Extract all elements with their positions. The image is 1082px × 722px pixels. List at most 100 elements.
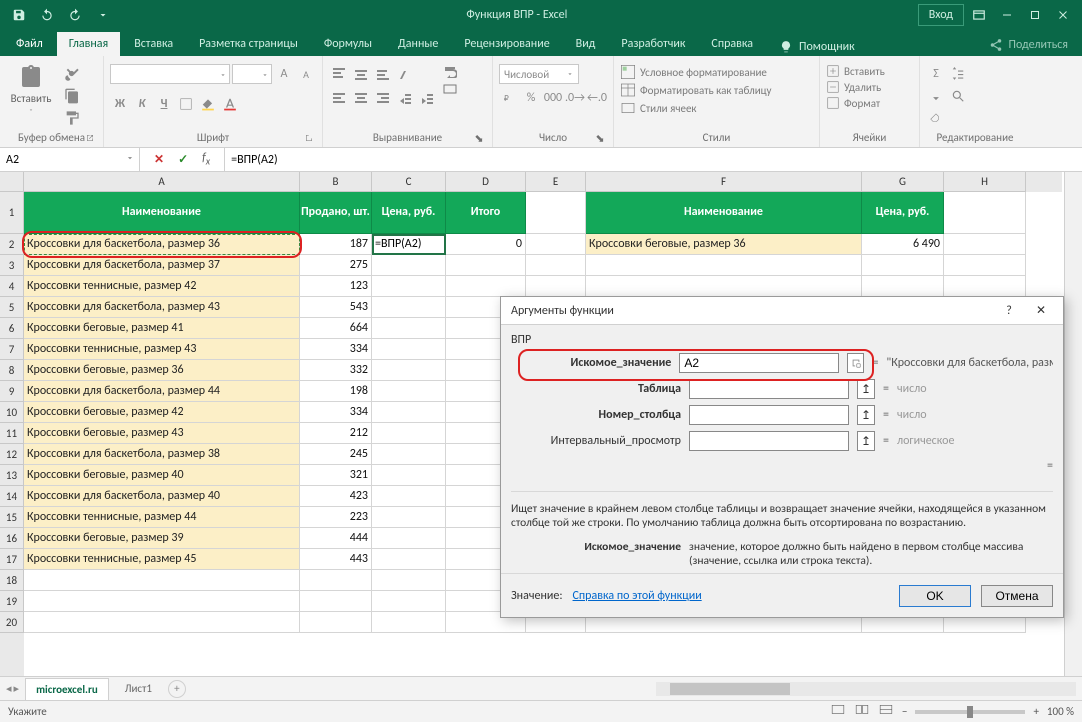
cell[interactable] <box>24 612 300 633</box>
cell-sold[interactable]: 123 <box>300 276 372 297</box>
cell-price[interactable] <box>372 507 446 528</box>
underline-button[interactable]: Ч <box>154 94 174 114</box>
cell[interactable] <box>526 276 586 297</box>
row-8[interactable]: 8 <box>0 360 24 381</box>
row-6[interactable]: 6 <box>0 318 24 339</box>
cell-name[interactable]: Кроссовки для баскетбола, размер 38 <box>24 444 300 465</box>
cell-name[interactable]: Кроссовки беговые, размер 40 <box>24 465 300 486</box>
cell-sold[interactable]: 321 <box>300 465 372 486</box>
cell[interactable] <box>300 570 372 591</box>
arg-input-table[interactable] <box>689 379 849 399</box>
undo-icon[interactable] <box>34 3 60 27</box>
col-F[interactable]: F <box>586 172 862 192</box>
add-sheet-button[interactable]: + <box>168 680 186 698</box>
tab-insert[interactable]: Вставка <box>122 32 185 56</box>
cell-name[interactable]: Кроссовки беговые, размер 42 <box>24 402 300 423</box>
arg-input-col-index[interactable] <box>689 405 849 425</box>
row-19[interactable]: 19 <box>0 591 24 612</box>
cell-name2[interactable] <box>586 276 862 297</box>
cell-name[interactable]: Кроссовки теннисные, размер 43 <box>24 339 300 360</box>
qat-menu-icon[interactable] <box>90 3 116 27</box>
orientation-icon[interactable] <box>395 64 415 84</box>
cell[interactable] <box>944 192 1026 234</box>
dialog-close-icon[interactable]: ✕ <box>1025 299 1057 323</box>
horizontal-scrollbar[interactable] <box>656 682 1076 696</box>
cell[interactable] <box>944 255 1026 276</box>
number-dialog-icon[interactable]: ⬊ <box>593 131 607 145</box>
cell-price[interactable] <box>372 465 446 486</box>
conditional-formatting-button[interactable]: Условное форматирование <box>620 64 772 80</box>
align-middle-icon[interactable] <box>351 64 371 84</box>
hdr-total[interactable]: Итого <box>446 192 526 234</box>
cell-sold[interactable]: 187 <box>300 234 372 255</box>
dialog-ok-button[interactable]: OK <box>899 585 971 607</box>
share-button[interactable]: Поделиться <box>979 34 1078 56</box>
cell-name[interactable]: Кроссовки беговые, размер 39 <box>24 528 300 549</box>
cell[interactable] <box>24 591 300 612</box>
col-C[interactable]: C <box>372 172 446 192</box>
row-4[interactable]: 4 <box>0 276 24 297</box>
align-top-icon[interactable] <box>329 64 349 84</box>
cell-price[interactable] <box>372 360 446 381</box>
row-16[interactable]: 16 <box>0 528 24 549</box>
cell-price[interactable] <box>372 549 446 570</box>
fill-icon[interactable] <box>926 86 946 106</box>
cell[interactable] <box>300 612 372 633</box>
fill-color-icon[interactable] <box>198 94 218 114</box>
clear-icon[interactable] <box>926 108 946 128</box>
tab-tell-me[interactable]: Помощник <box>767 35 867 56</box>
cell-sold[interactable]: 334 <box>300 402 372 423</box>
italic-button[interactable]: К <box>132 94 152 114</box>
cell-sold[interactable]: 334 <box>300 339 372 360</box>
tab-formulas[interactable]: Формулы <box>312 32 384 56</box>
col-A[interactable]: A <box>24 172 300 192</box>
cell[interactable] <box>944 234 1026 255</box>
cell[interactable] <box>372 612 446 633</box>
cell-price[interactable] <box>372 423 446 444</box>
cell-name[interactable]: Кроссовки для баскетбола, размер 43 <box>24 297 300 318</box>
cell-name[interactable]: Кроссовки для баскетбола, размер 37 <box>24 255 300 276</box>
cell-name2[interactable] <box>586 255 862 276</box>
cell[interactable] <box>24 570 300 591</box>
font-dialog-icon[interactable] <box>302 131 316 145</box>
copy-icon[interactable] <box>62 86 82 106</box>
arg-input-range-lookup[interactable] <box>689 431 849 451</box>
align-right-icon[interactable] <box>373 88 393 108</box>
cell-price2[interactable]: 6 490 <box>862 234 944 255</box>
tab-page-layout[interactable]: Разметка страницы <box>187 32 310 56</box>
sort-icon[interactable] <box>948 64 968 84</box>
row-7[interactable]: 7 <box>0 339 24 360</box>
border-icon[interactable] <box>176 94 196 114</box>
cell-total[interactable]: 0 <box>446 234 526 255</box>
cancel-formula-icon[interactable]: ✕ <box>154 152 164 167</box>
increase-decimal-icon[interactable]: .0→ <box>565 88 585 108</box>
hdr-price2[interactable]: Цена, руб. <box>862 192 944 234</box>
bold-button[interactable]: Ж <box>110 94 130 114</box>
formula-input[interactable]: =ВПР(A2) <box>225 148 1082 171</box>
collapse-dialog-icon[interactable]: ↥ <box>857 431 875 451</box>
cell-price[interactable] <box>372 339 446 360</box>
dialog-cancel-button[interactable]: Отмена <box>981 585 1053 607</box>
tab-home[interactable]: Главная <box>57 32 120 56</box>
col-E[interactable]: E <box>526 172 586 192</box>
cell[interactable] <box>300 591 372 612</box>
close-icon[interactable] <box>1050 3 1076 27</box>
cell-price[interactable] <box>372 402 446 423</box>
merge-button[interactable] <box>443 82 457 96</box>
cell-price2[interactable] <box>862 255 944 276</box>
cell[interactable] <box>372 570 446 591</box>
autosum-icon[interactable]: Σ <box>926 64 946 84</box>
cell-name[interactable]: Кроссовки теннисные, размер 44 <box>24 507 300 528</box>
row-3[interactable]: 3 <box>0 255 24 276</box>
find-icon[interactable] <box>948 86 968 106</box>
cell-name[interactable]: Кроссовки беговые, размер 43 <box>24 423 300 444</box>
insert-function-icon[interactable]: fx <box>202 151 210 167</box>
row-15[interactable]: 15 <box>0 507 24 528</box>
font-name-select[interactable] <box>110 64 230 84</box>
select-all-corner[interactable] <box>0 172 24 192</box>
minimize-icon[interactable] <box>994 3 1020 27</box>
cell-total[interactable] <box>446 255 526 276</box>
cell[interactable] <box>372 591 446 612</box>
redo-icon[interactable] <box>62 3 88 27</box>
cell-sold[interactable]: 245 <box>300 444 372 465</box>
